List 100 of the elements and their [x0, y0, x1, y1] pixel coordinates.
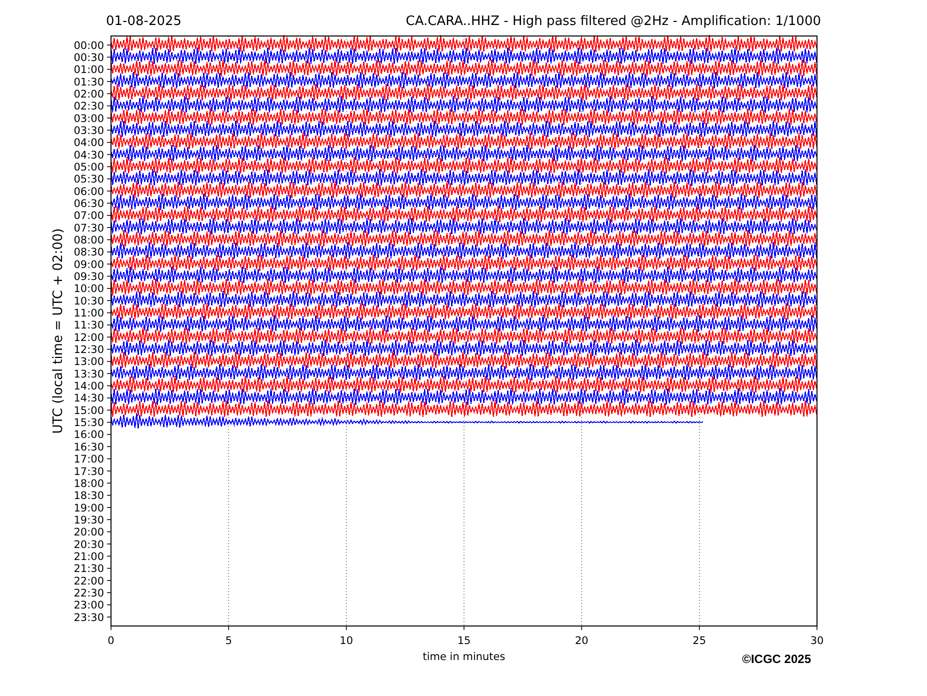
x-tick-label: 5	[225, 635, 232, 647]
y-tick-label: 03:00	[74, 112, 104, 125]
x-tick-label: 25	[692, 635, 706, 647]
copyright-label: ©ICGC 2025	[742, 652, 811, 666]
tick-mark	[106, 580, 112, 581]
y-tick-label: 05:00	[74, 162, 104, 174]
y-tick-label: 18:00	[74, 478, 104, 490]
tick-mark	[106, 312, 112, 314]
tick-mark	[106, 373, 112, 374]
tick-mark	[106, 214, 112, 216]
tick-mark	[106, 166, 112, 168]
y-tick-label: 23:30	[74, 612, 104, 624]
tick-mark	[228, 626, 230, 630]
date-label: 01-08-2025	[106, 14, 182, 29]
tick-mark	[106, 130, 112, 131]
y-tick-label: 13:00	[74, 356, 104, 368]
tick-mark	[106, 288, 112, 289]
tick-mark	[106, 385, 112, 386]
tick-mark	[106, 348, 112, 350]
y-tick-label: 07:30	[74, 222, 104, 234]
y-tick-label: 06:00	[74, 186, 104, 198]
tick-mark	[106, 494, 112, 496]
tick-mark	[106, 604, 112, 606]
y-tick-label: 14:00	[74, 380, 104, 393]
y-tick-label: 03:30	[74, 125, 104, 137]
y-tick-label: 05:30	[74, 174, 104, 186]
y-tick-label: 22:30	[74, 587, 104, 600]
y-tick-label: 02:30	[74, 100, 104, 113]
y-tick-label: 01:00	[74, 64, 104, 76]
tick-mark	[106, 190, 112, 192]
y-tick-label: 06:30	[74, 198, 104, 210]
tick-mark	[816, 626, 818, 630]
y-tick-label: 12:00	[74, 332, 104, 344]
y-tick-label: 09:00	[74, 258, 104, 271]
tick-mark	[106, 482, 112, 484]
y-tick-label: 19:00	[74, 502, 104, 514]
y-tick-label: 23:00	[74, 600, 104, 612]
y-tick-label: 08:30	[74, 246, 104, 259]
y-tick-label: 01:30	[74, 76, 104, 88]
y-tick-label: 11:00	[74, 308, 104, 320]
y-tick-label: 09:30	[74, 271, 104, 284]
tick-mark	[106, 336, 112, 338]
tick-mark	[106, 300, 112, 301]
y-tick-label: 00:00	[74, 40, 104, 52]
tick-mark	[106, 44, 112, 46]
tick-mark	[106, 470, 112, 472]
y-tick-label: 12:30	[74, 344, 104, 356]
tick-mark	[106, 202, 112, 204]
x-tick-label: 15	[457, 635, 471, 647]
x-tick-label: 0	[108, 635, 114, 647]
y-axis-label: UTC (local time = UTC + 02:00)	[51, 228, 66, 434]
tick-mark	[346, 626, 347, 630]
tick-mark	[106, 507, 112, 508]
tick-mark	[106, 531, 112, 532]
tick-mark	[106, 93, 112, 94]
y-tick-label: 04:00	[74, 137, 104, 150]
tick-mark	[106, 446, 112, 448]
tick-mark	[106, 105, 112, 106]
y-tick-label: 10:30	[74, 295, 104, 308]
tick-mark	[106, 68, 112, 70]
y-tick-label: 15:00	[74, 404, 104, 417]
tick-mark	[106, 154, 112, 155]
y-tick-label: 16:00	[74, 429, 104, 442]
y-tick-label: 08:00	[74, 234, 104, 247]
y-tick-label: 19:30	[74, 514, 104, 526]
y-tick-label: 00:30	[74, 52, 104, 64]
tick-mark	[581, 626, 582, 630]
y-tick-label: 18:30	[74, 490, 104, 502]
tick-mark	[106, 56, 112, 58]
y-tick-label: 02:00	[74, 88, 104, 100]
tick-mark	[698, 626, 700, 630]
tick-mark	[106, 568, 112, 569]
x-tick-label: 10	[340, 635, 354, 647]
tick-mark	[106, 556, 112, 557]
y-tick-label: 07:00	[74, 210, 104, 222]
tick-mark	[106, 458, 112, 460]
tick-mark	[106, 239, 112, 240]
tick-mark	[106, 616, 112, 618]
y-tick-label: 17:00	[74, 454, 104, 466]
tick-mark	[106, 324, 112, 326]
y-tick-label: 22:00	[74, 575, 104, 588]
tick-mark	[106, 178, 112, 180]
tick-mark	[106, 81, 112, 82]
tick-mark	[106, 227, 112, 228]
y-tick-label: 15:30	[74, 417, 104, 430]
y-tick-label: 20:30	[74, 538, 104, 551]
y-tick-label: 20:00	[74, 526, 104, 539]
y-tick-label: 10:00	[74, 283, 104, 296]
tick-mark	[106, 434, 112, 435]
y-tick-label: 11:30	[74, 320, 104, 332]
tick-mark	[110, 626, 112, 630]
tick-mark	[106, 142, 112, 143]
y-tick-label: 16:30	[74, 441, 104, 454]
y-tick-label: 17:30	[74, 466, 104, 478]
chart-title: CA.CARA..HHZ - High pass filtered @2Hz - Amplification: 1/1000	[406, 14, 821, 29]
x-axis-label: time in minutes	[422, 651, 506, 663]
x-tick-label: 20	[574, 635, 588, 647]
y-tick-label: 21:30	[74, 563, 104, 576]
tick-mark	[106, 422, 112, 423]
y-tick-label: 04:30	[74, 149, 104, 162]
